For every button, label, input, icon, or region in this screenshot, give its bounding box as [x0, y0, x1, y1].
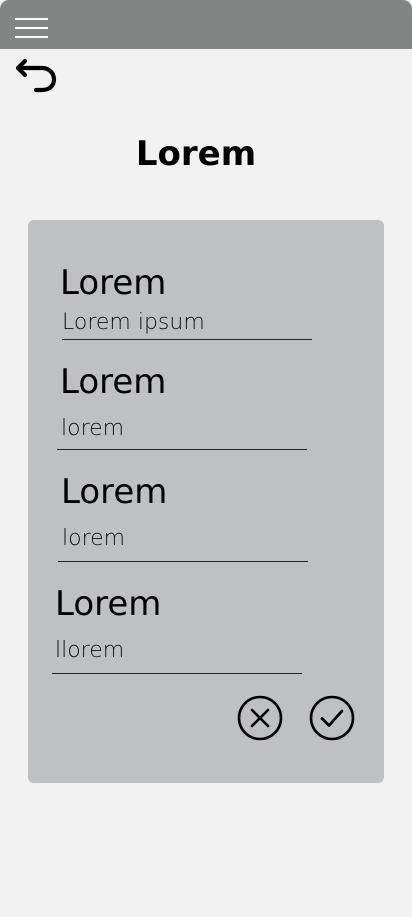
- field-underline-2: [57, 449, 307, 450]
- field-input-2[interactable]: lorem: [61, 415, 124, 443]
- field-input-4[interactable]: llorem: [55, 637, 124, 665]
- field-input-3[interactable]: lorem: [62, 525, 125, 553]
- hamburger-menu-icon[interactable]: [15, 17, 49, 39]
- menu-line: [15, 36, 48, 38]
- check-circle-icon[interactable]: [308, 694, 356, 742]
- menu-line: [15, 18, 48, 20]
- cancel-circle-icon[interactable]: [236, 694, 284, 742]
- page-title: Lorem: [135, 134, 257, 174]
- top-bar: [0, 0, 412, 49]
- field-label-2: Lorem: [60, 362, 167, 402]
- field-label-4: Lorem: [55, 584, 162, 624]
- field-underline-3: [58, 561, 308, 562]
- field-label-3: Lorem: [61, 472, 168, 512]
- form-card: Lorem Lorem ipsum Lorem lorem Lorem lore…: [28, 220, 384, 783]
- field-underline-1: [62, 339, 312, 340]
- field-underline-4: [52, 673, 302, 674]
- back-arrow-icon[interactable]: [14, 56, 58, 96]
- field-input-1[interactable]: Lorem ipsum: [62, 309, 205, 337]
- menu-line: [15, 27, 48, 29]
- field-label-1: Lorem: [60, 263, 167, 303]
